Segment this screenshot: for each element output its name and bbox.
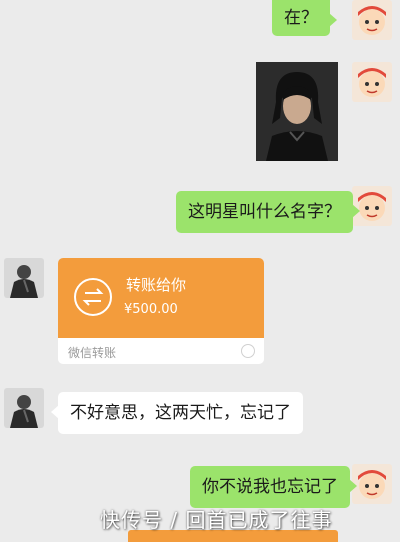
transfer-arrows-icon — [74, 278, 112, 316]
wechat-pay-icon — [241, 344, 255, 358]
message-text: 在？ — [284, 8, 318, 28]
message-text: 这明星叫什么名字？ — [188, 202, 341, 222]
my-avatar[interactable] — [352, 464, 392, 504]
friend-avatar[interactable] — [4, 258, 44, 298]
transfer-title: 转账给你 — [126, 276, 187, 294]
message-bubble-sent[interactable]: 这明星叫什么名字？ — [176, 191, 360, 233]
my-avatar[interactable] — [352, 0, 392, 40]
watermark: 快传号 / 回首已成了往事 — [100, 508, 333, 532]
message-bubble-sent[interactable]: 你不说我也忘记了 — [190, 466, 357, 508]
message-text: 不好意思，这两天忙，忘记了 — [70, 403, 291, 423]
message-text: 你不说我也忘记了 — [202, 477, 338, 497]
message-bubble-received[interactable]: 不好意思，这两天忙，忘记了 — [51, 392, 303, 434]
transfer-amount: ¥500.00 — [124, 302, 178, 317]
friend-avatar[interactable] — [4, 388, 44, 428]
message-bubble-sent[interactable]: 在？ — [272, 0, 337, 36]
celebrity-photo-message[interactable] — [256, 62, 338, 161]
transfer-card[interactable]: 转账给你 ¥500.00 微信转账 — [58, 258, 264, 364]
transfer-footer-label: 微信转账 — [68, 346, 117, 360]
my-avatar[interactable] — [352, 62, 392, 102]
